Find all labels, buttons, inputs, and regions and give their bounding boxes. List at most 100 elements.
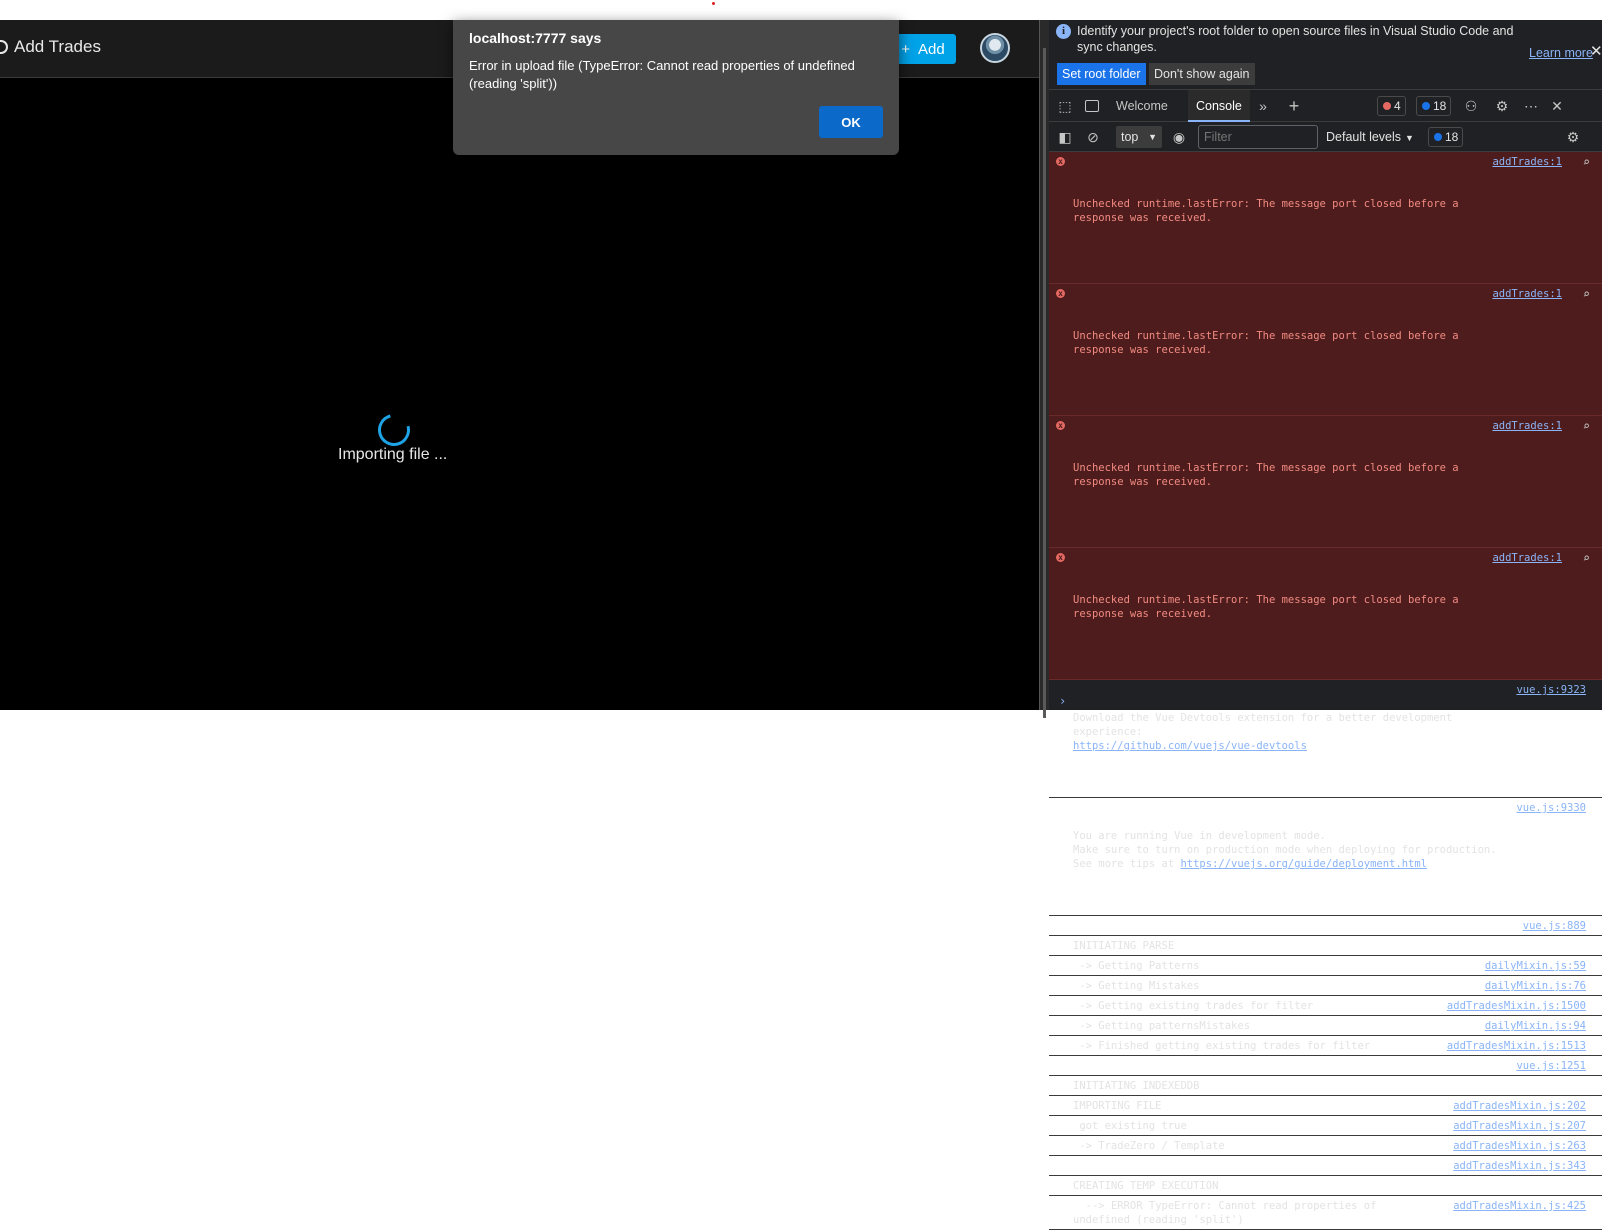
console-log-row: Download the Vue Devtools extension for …: [1049, 680, 1602, 798]
page-title-text: Add Trades: [14, 37, 101, 56]
console-log-text: INITIATING PARSE: [1073, 940, 1175, 952]
issues-dot-icon: [1434, 133, 1442, 141]
vue-deployment-link[interactable]: https://vuejs.org/guide/deployment.html: [1180, 858, 1427, 870]
console-source-link[interactable]: vue.js:1251: [1516, 1059, 1586, 1073]
set-root-folder-button[interactable]: Set root folder: [1057, 63, 1146, 85]
device-toolbar-icon[interactable]: [1085, 100, 1099, 112]
loading-text: Importing file ...: [338, 446, 448, 463]
add-trades-icon: [0, 40, 8, 54]
console-log-row: CREATING TEMP EXECUTION: [1049, 1176, 1602, 1196]
console-log-text: -> Getting patternsMistakes: [1073, 1020, 1251, 1032]
add-button[interactable]: + Add: [890, 34, 956, 64]
console-log-row: addTradesMixin.js:343: [1049, 1156, 1602, 1176]
console-source-link[interactable]: addTrades:1: [1492, 419, 1562, 433]
console-source-link[interactable]: vue.js:889: [1523, 919, 1586, 933]
tab-console[interactable]: Console: [1188, 90, 1250, 122]
gear-icon[interactable]: ⚙: [1494, 98, 1510, 114]
console-source-link[interactable]: addTradesMixin.js:1513: [1447, 1039, 1586, 1053]
message-count-badge[interactable]: 18: [1416, 96, 1452, 116]
console-source-link[interactable]: addTrades:1: [1492, 155, 1562, 169]
console-log-row: vue.js:889: [1049, 916, 1602, 936]
console-log-row: -> Getting Patterns dailyMixin.js:59: [1049, 956, 1602, 976]
devtools-panel: i Identify your project's root folder to…: [1049, 20, 1602, 1230]
console-source-link[interactable]: addTradesMixin.js:202: [1453, 1099, 1586, 1113]
console-source-link[interactable]: addTradesMixin.js:263: [1453, 1139, 1586, 1153]
console-error-row: x Unchecked runtime.lastError: The messa…: [1049, 548, 1602, 680]
console-source-link[interactable]: addTradesMixin.js:1500: [1447, 999, 1586, 1013]
page-title: Add Trades: [0, 37, 101, 57]
console-log-row: IMPORTING FILE addTradesMixin.js:202: [1049, 1096, 1602, 1116]
issues-badge[interactable]: 18: [1428, 127, 1464, 147]
console-error-text: Unchecked runtime.lastError: The message…: [1073, 330, 1465, 356]
info-icon: i: [1056, 24, 1071, 39]
console-log-row: INITIATING PARSE: [1049, 936, 1602, 956]
clear-console-icon[interactable]: ⊘: [1085, 129, 1101, 145]
console-prompt-icon[interactable]: ›: [1059, 694, 1066, 708]
console-log-text: --> ERROR TypeError: Cannot read propert…: [1073, 1200, 1383, 1226]
search-icon[interactable]: ⌕: [1583, 551, 1590, 565]
console-source-link[interactable]: dailyMixin.js:59: [1485, 959, 1586, 973]
console-error-row: x Unchecked runtime.lastError: The messa…: [1049, 152, 1602, 284]
chevron-down-icon: ▼: [1148, 132, 1157, 142]
console-log-row: INITIATING INDEXEDDB: [1049, 1076, 1602, 1096]
filter-input[interactable]: [1198, 125, 1318, 149]
console-log-row: You are running Vue in development mode.…: [1049, 798, 1602, 916]
close-devtools-icon[interactable]: ✕: [1549, 98, 1565, 114]
sidebar-toggle-icon[interactable]: ◧: [1057, 129, 1073, 145]
console-error-text: Unchecked runtime.lastError: The message…: [1073, 198, 1465, 224]
eye-icon[interactable]: ◉: [1171, 129, 1187, 145]
search-icon[interactable]: ⌕: [1583, 419, 1590, 433]
close-icon[interactable]: ✕: [1590, 42, 1602, 60]
console-source-link[interactable]: addTradesMixin.js:425: [1453, 1199, 1586, 1213]
browser-top-strip: [0, 0, 1602, 20]
console-log-text: -> Getting Mistakes: [1073, 980, 1200, 992]
plus-icon: +: [901, 40, 911, 58]
console-source-link[interactable]: vue.js:9330: [1516, 801, 1586, 815]
learn-more-link[interactable]: Learn more: [1529, 46, 1593, 60]
message-count: 18: [1433, 99, 1447, 113]
dialog-title: localhost:7777 says: [469, 30, 602, 46]
ok-button[interactable]: OK: [819, 106, 883, 138]
tab-welcome[interactable]: Welcome: [1108, 90, 1176, 122]
vue-devtools-link[interactable]: https://github.com/vuejs/vue-devtools: [1073, 740, 1307, 752]
levels-dropdown[interactable]: Default levels ▼: [1326, 126, 1414, 148]
console-filterbar: ◧ ⊘ top ▼ ◉ Default levels▼ 18 ⚙: [1049, 122, 1602, 152]
error-icon: x: [1056, 289, 1065, 298]
add-tab-icon[interactable]: +: [1286, 97, 1302, 115]
splitter-handle[interactable]: [1043, 48, 1046, 718]
inspect-element-icon[interactable]: ⬚: [1057, 98, 1073, 114]
error-dot-icon: [1383, 102, 1391, 110]
search-icon[interactable]: ⌕: [1583, 287, 1590, 301]
console-log-text: CREATING TEMP EXECUTION: [1073, 1180, 1219, 1192]
console-log-row: --> ERROR TypeError: Cannot read propert…: [1049, 1196, 1602, 1230]
error-icon: x: [1056, 553, 1065, 562]
error-count-badge[interactable]: 4: [1377, 96, 1406, 116]
context-select-value: top: [1121, 130, 1139, 144]
console-log-text: -> Getting Patterns: [1073, 960, 1200, 972]
error-icon: x: [1056, 421, 1065, 430]
dont-show-again-button[interactable]: Don't show again: [1149, 63, 1255, 85]
console-source-link[interactable]: addTrades:1: [1492, 287, 1562, 301]
chevron-down-icon: ▼: [1405, 133, 1414, 143]
console-error-text: Unchecked runtime.lastError: The message…: [1073, 462, 1465, 488]
console-log-text: INITIATING INDEXEDDB: [1073, 1080, 1200, 1092]
console-source-link[interactable]: addTradesMixin.js:343: [1453, 1159, 1586, 1173]
console-source-link[interactable]: addTrades:1: [1492, 551, 1562, 565]
context-select[interactable]: top ▼: [1116, 126, 1162, 148]
console-log-text: -> Finished getting existing trades for …: [1073, 1040, 1371, 1052]
connection-icon[interactable]: ⚇: [1463, 98, 1479, 114]
console-log-row: -> Getting patternsMistakes dailyMixin.js…: [1049, 1016, 1602, 1036]
console-settings-gear-icon[interactable]: ⚙: [1565, 129, 1581, 145]
avatar[interactable]: [980, 33, 1010, 63]
console-log-row: vue.js:1251: [1049, 1056, 1602, 1076]
more-options-icon[interactable]: ⋯: [1523, 98, 1539, 114]
console-source-link[interactable]: addTradesMixin.js:207: [1453, 1119, 1586, 1133]
console-source-link[interactable]: vue.js:9323: [1516, 683, 1586, 697]
console-source-link[interactable]: dailyMixin.js:94: [1485, 1019, 1586, 1033]
console-source-link[interactable]: dailyMixin.js:76: [1485, 979, 1586, 993]
search-icon[interactable]: ⌕: [1583, 155, 1590, 169]
console-error-row: x Unchecked runtime.lastError: The messa…: [1049, 284, 1602, 416]
console-log-row: -> Finished getting existing trades for …: [1049, 1036, 1602, 1056]
more-tabs-icon[interactable]: »: [1255, 98, 1271, 114]
panel-splitter[interactable]: [1039, 20, 1049, 718]
